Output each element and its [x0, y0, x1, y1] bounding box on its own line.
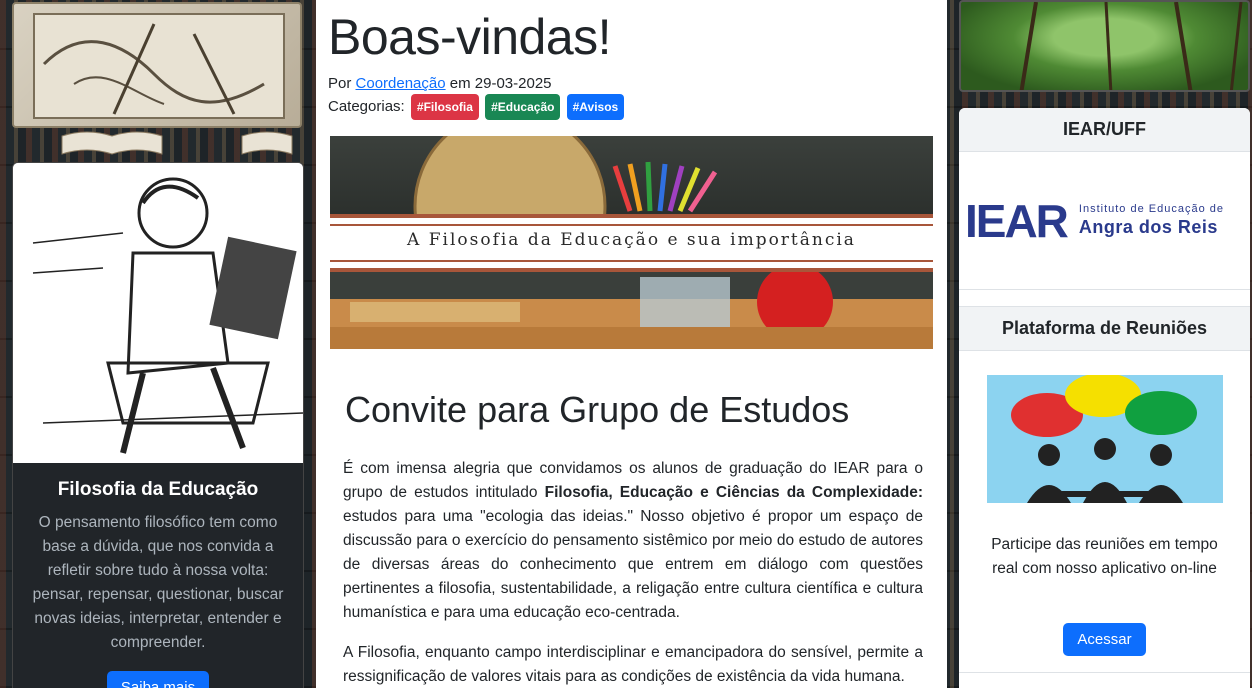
- access-meeting-button[interactable]: Acessar: [1063, 623, 1146, 656]
- main-content: Boas-vindas! Por Coordenação em 29-03-20…: [316, 0, 947, 688]
- card-title: Filosofia da Educação: [57, 479, 259, 500]
- sidebar-panel: IEAR/UFF IEAR Instituto de Educação de A…: [959, 108, 1250, 688]
- iear-logo[interactable]: IEAR Instituto de Educação de Angra dos …: [959, 152, 1250, 290]
- author-link[interactable]: Coordenação: [356, 75, 446, 92]
- paragraph-1: É com imensa alegria que convidamos os a…: [343, 460, 923, 621]
- meeting-description: Participe das reuniões em tempo real com…: [991, 536, 1218, 577]
- learn-more-button[interactable]: Saiba mais: [106, 671, 210, 688]
- hands-drawing-image: [12, 2, 302, 128]
- philosophy-card: Filosofia da Educação O pensamento filos…: [12, 162, 304, 688]
- child-reading-illustration: [13, 163, 303, 463]
- card-description: O pensamento filosófico tem como base a …: [32, 514, 284, 651]
- article-body: É com imensa alegria que convidamos os a…: [343, 457, 923, 688]
- desk-apple-photo: [330, 264, 933, 349]
- forest-canopy-image: [959, 0, 1250, 92]
- logo-name: Angra dos Reis: [1078, 217, 1218, 237]
- tag-avisos[interactable]: #Avisos: [566, 94, 625, 120]
- post-categories: Categorias: #Filosofia #Educação #Avisos: [328, 94, 935, 120]
- post-title: Boas-vindas!: [328, 9, 612, 65]
- study-group-name: Filosofia, Educação e Ciências da Comple…: [544, 484, 923, 501]
- categories-label: Categorias:: [328, 98, 405, 115]
- open-books-decoration: [12, 128, 304, 158]
- globe-and-pencils-photo: [330, 136, 933, 303]
- post-date: em 29-03-2025: [449, 75, 552, 92]
- hero-banner-image: A Filosofia da Educação e sua importânci…: [330, 136, 933, 349]
- meeting-panel-title: Plataforma de Reuniões: [959, 306, 1250, 351]
- by-label: Por: [328, 75, 352, 92]
- iear-panel-title: IEAR/UFF: [959, 108, 1250, 152]
- meeting-illustration: [986, 373, 1223, 503]
- iear-logo-mark: IEAR: [965, 194, 1069, 247]
- tag-filosofia[interactable]: #Filosofia: [410, 94, 479, 120]
- paragraph-2: A Filosofia, enquanto campo interdiscipl…: [343, 644, 923, 685]
- hero-caption: A Filosofia da Educação e sua importânci…: [407, 230, 856, 250]
- logo-subtitle: Instituto de Educação de: [1078, 203, 1224, 215]
- section-title: Convite para Grupo de Estudos: [345, 389, 850, 430]
- post-meta: Por Coordenação em 29-03-2025: [328, 74, 935, 94]
- tag-educacao[interactable]: #Educação: [485, 94, 561, 120]
